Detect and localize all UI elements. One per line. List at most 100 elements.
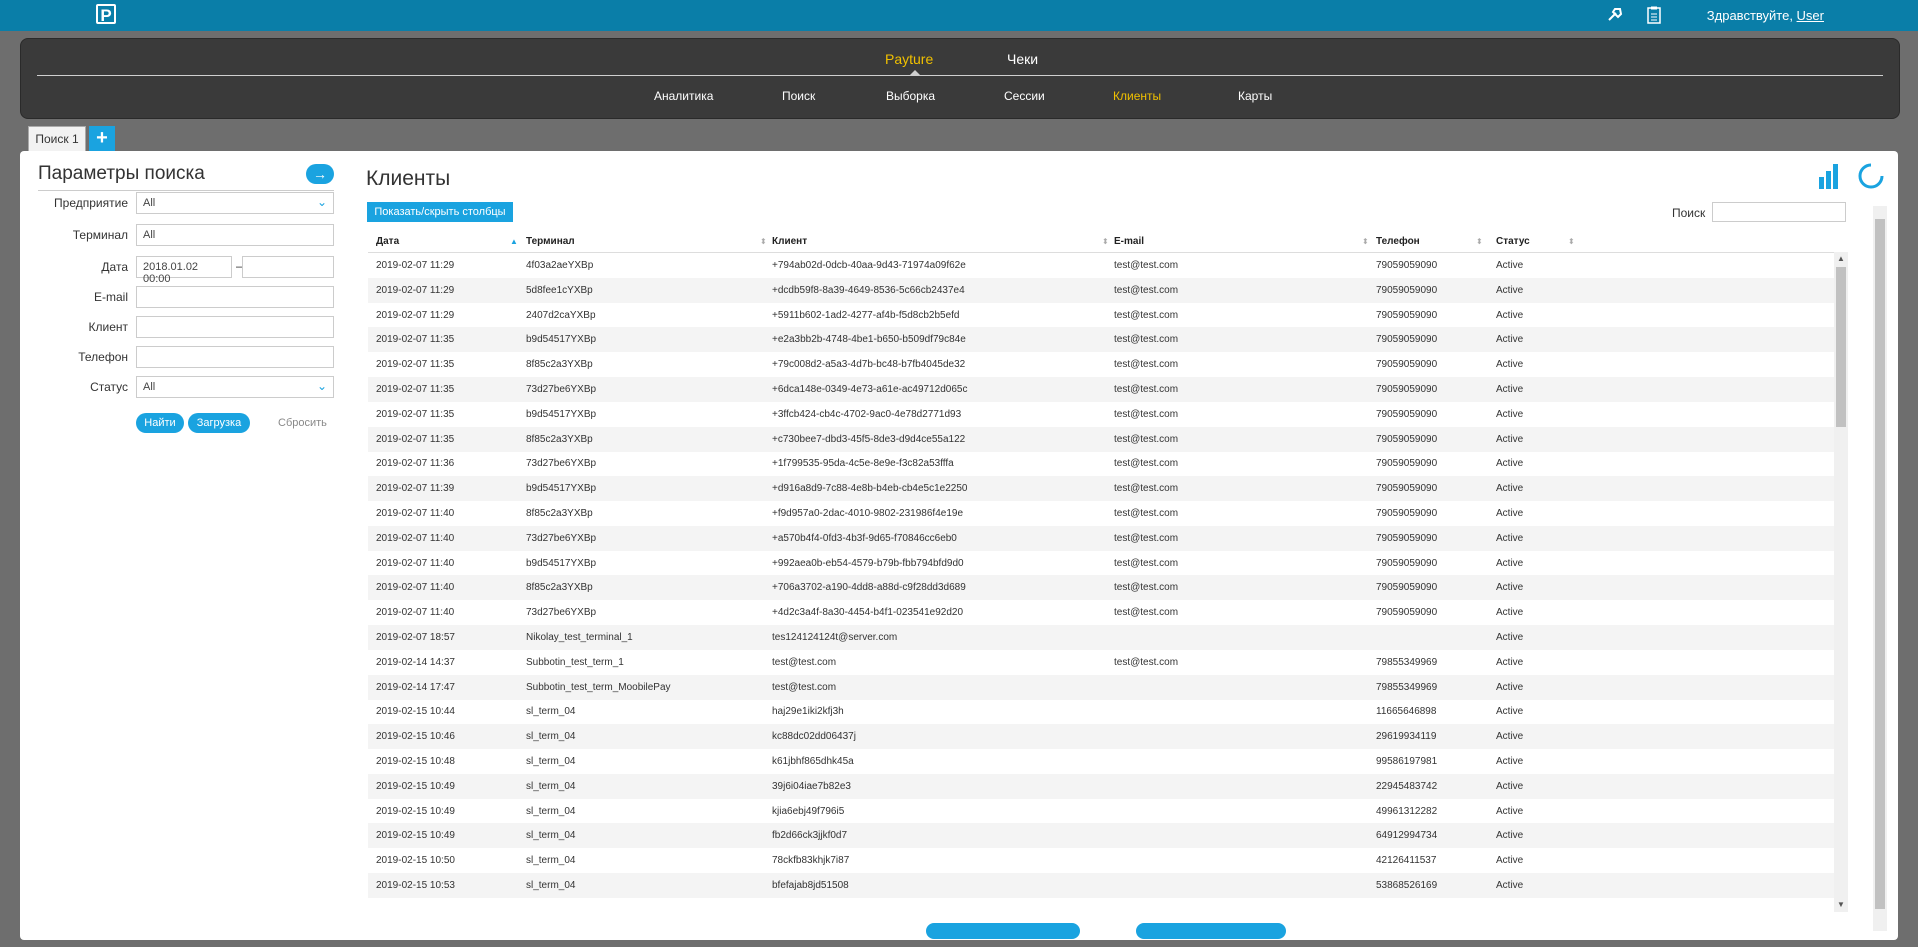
clipboard-icon[interactable] bbox=[1646, 6, 1662, 29]
sort-icon[interactable]: ⬍ bbox=[760, 237, 767, 246]
col-client[interactable]: Клиент bbox=[772, 236, 807, 247]
table-row[interactable]: 2019-02-15 10:44 sl_term_04 haj29e1iki2kfj… bbox=[368, 699, 1834, 724]
col-phone[interactable]: Телефон bbox=[1376, 236, 1420, 247]
col-status[interactable]: Статус bbox=[1496, 236, 1530, 247]
nav-top-receipts[interactable]: Чеки bbox=[1007, 51, 1038, 67]
cell-terminal: sl_term_04 bbox=[526, 830, 576, 842]
cell-client: +6dca148e-0349-4e73-a61e-ac49712d065c bbox=[772, 384, 968, 395]
pager-button-prev[interactable] bbox=[926, 923, 1080, 939]
panel-scrollbar[interactable] bbox=[1873, 206, 1887, 931]
main-panel: Параметры поиска → Предприятие All ⌄ Тер… bbox=[20, 151, 1898, 940]
cell-terminal: 8f85c2a3YXBp bbox=[526, 508, 593, 519]
refresh-icon[interactable] bbox=[1858, 163, 1884, 189]
nav-selection[interactable]: Выборка bbox=[886, 89, 935, 103]
table-row[interactable]: 2019-02-07 18:57 Nikolay_test_terminal_1 t… bbox=[368, 625, 1834, 650]
tab-search-1[interactable]: Поиск 1 bbox=[28, 126, 86, 151]
nav-cards[interactable]: Карты bbox=[1238, 89, 1272, 103]
cell-phone: 79059059090 bbox=[1376, 458, 1438, 470]
app-logo[interactable]: P bbox=[96, 4, 116, 25]
top-bar: P Здравствуйте, User bbox=[0, 0, 1918, 31]
table-row[interactable]: 2019-02-15 10:50 sl_term_04 78ckfb83khjk7i… bbox=[368, 848, 1834, 873]
table-row[interactable]: 2019-02-07 11:40 b9d54517YXBp +992aea0b-eb… bbox=[368, 551, 1834, 576]
sort-icon[interactable]: ⬍ bbox=[1568, 237, 1575, 246]
col-email[interactable]: E-mail bbox=[1114, 236, 1144, 247]
cell-client: +992aea0b-eb54-4579-b79b-fbb794bfd9d0 bbox=[772, 557, 964, 569]
table-row[interactable]: 2019-02-07 11:35 b9d54517YXBp +e2a3bb2b-47… bbox=[368, 327, 1834, 353]
cell-date: 2019-02-07 11:36 bbox=[376, 458, 455, 470]
cell-client: test@test.com bbox=[772, 681, 837, 693]
cell-status: Active bbox=[1496, 433, 1524, 445]
toggle-columns-button[interactable]: Показать/скрыть столбцы bbox=[367, 202, 513, 222]
table-scroll-thumb[interactable] bbox=[1836, 267, 1846, 427]
email-field[interactable] bbox=[136, 286, 334, 308]
table-row[interactable]: 2019-02-15 10:49 sl_term_04 39j6i04iae7b82… bbox=[368, 773, 1834, 799]
table-row[interactable]: 2019-02-07 11:40 8f85c2a3YXBp +706a3702-a1… bbox=[368, 575, 1834, 601]
table-row[interactable]: 2019-02-07 11:29 2407d2caYXBp +5911b602-1a… bbox=[368, 303, 1834, 328]
user-link[interactable]: User bbox=[1797, 8, 1824, 23]
pager-button-next[interactable] bbox=[1136, 923, 1286, 939]
table-row[interactable]: 2019-02-07 11:40 8f85c2a3YXBp +f9d957a0-2d… bbox=[368, 501, 1834, 526]
date-to-field[interactable] bbox=[242, 256, 334, 278]
table-search-input[interactable] bbox=[1712, 202, 1846, 222]
nav-search[interactable]: Поиск bbox=[782, 89, 815, 103]
table-row[interactable]: 2019-02-07 11:40 73d27be6YXBp +4d2c3a4f-8a… bbox=[368, 600, 1834, 625]
nav-analytics[interactable]: Аналитика bbox=[654, 89, 713, 103]
sort-icon[interactable]: ⬍ bbox=[1102, 237, 1109, 246]
cell-email: test@test.com bbox=[1114, 557, 1179, 569]
table-scrollbar[interactable]: ▲ ▼ bbox=[1834, 252, 1848, 912]
tools-icon[interactable] bbox=[1606, 6, 1624, 29]
cell-email: test@test.com bbox=[1114, 433, 1179, 445]
col-date[interactable]: Дата bbox=[376, 236, 399, 247]
cell-date: 2019-02-07 11:29 bbox=[376, 309, 455, 321]
panel-scroll-thumb[interactable] bbox=[1875, 219, 1885, 909]
sort-icon[interactable]: ⬍ bbox=[1476, 237, 1483, 246]
cell-status: Active bbox=[1496, 731, 1524, 743]
cell-status: Active bbox=[1496, 830, 1524, 842]
cell-phone: 79059059090 bbox=[1376, 359, 1438, 371]
nav-clients[interactable]: Клиенты bbox=[1113, 89, 1161, 103]
table-row[interactable]: 2019-02-07 11:35 8f85c2a3YXBp +79c008d2-a5… bbox=[368, 352, 1834, 377]
nav-sessions[interactable]: Сессии bbox=[1004, 89, 1045, 103]
add-tab-button[interactable]: + bbox=[89, 126, 115, 151]
cell-email: test@test.com bbox=[1114, 284, 1179, 296]
cell-terminal: b9d54517YXBp bbox=[526, 483, 597, 495]
cell-client: +4d2c3a4f-8a30-4454-b4f1-023541e92d20 bbox=[772, 607, 964, 619]
table-row[interactable]: 2019-02-07 11:36 73d27be6YXBp +1f799535-95… bbox=[368, 451, 1834, 476]
terminal-field[interactable]: All bbox=[136, 224, 334, 246]
date-from-field[interactable]: 2018.01.02 00:00 bbox=[136, 256, 232, 285]
client-field[interactable] bbox=[136, 316, 334, 338]
enterprise-select[interactable]: All ⌄ bbox=[136, 192, 334, 214]
load-button[interactable]: Загрузка bbox=[188, 413, 250, 433]
scroll-up-icon[interactable]: ▲ bbox=[1837, 254, 1845, 263]
cell-status: Active bbox=[1496, 384, 1524, 395]
cell-status: Active bbox=[1496, 334, 1524, 346]
bar-chart-icon[interactable] bbox=[1817, 163, 1843, 189]
cell-date: 2019-02-07 11:35 bbox=[376, 359, 455, 371]
table-row[interactable]: 2019-02-15 10:48 sl_term_04 k61jbhf865dhk4… bbox=[368, 749, 1834, 774]
table-row[interactable]: 2019-02-07 11:40 73d27be6YXBp +a570b4f4-0f… bbox=[368, 525, 1834, 551]
find-button[interactable]: Найти bbox=[136, 413, 184, 433]
cell-client: +e2a3bb2b-4748-4be1-b650-b509df79c84e bbox=[772, 334, 966, 346]
table-row[interactable]: 2019-02-15 10:49 sl_term_04 kjia6ebj49f796… bbox=[368, 799, 1834, 824]
table-row[interactable]: 2019-02-07 11:39 b9d54517YXBp +d916a8d9-7c… bbox=[368, 476, 1834, 502]
sort-icon[interactable]: ⬍ bbox=[1362, 237, 1369, 246]
table-row[interactable]: 2019-02-14 17:47 Subbotin_test_term_Moobi… bbox=[368, 674, 1834, 700]
cell-phone: 79059059090 bbox=[1376, 284, 1438, 296]
col-terminal[interactable]: Терминал bbox=[526, 236, 575, 247]
sort-asc-icon[interactable]: ▲ bbox=[510, 237, 518, 246]
table-row[interactable]: 2019-02-15 10:46 sl_term_04 kc88dc02dd0643… bbox=[368, 724, 1834, 750]
table-row[interactable]: 2019-02-07 11:29 4f03a2aeYXBp +794ab02d-0d… bbox=[368, 253, 1834, 278]
table-row[interactable]: 2019-02-15 10:53 sl_term_04 bfefajab8jd515… bbox=[368, 873, 1834, 898]
nav-top-payture[interactable]: Payture bbox=[885, 51, 933, 67]
scroll-down-icon[interactable]: ▼ bbox=[1837, 900, 1845, 909]
table-row[interactable]: 2019-02-07 11:35 73d27be6YXBp +6dca148e-03… bbox=[368, 377, 1834, 402]
table-row[interactable]: 2019-02-14 14:37 Subbotin_test_term_1 test… bbox=[368, 650, 1834, 675]
phone-field[interactable] bbox=[136, 346, 334, 368]
status-select[interactable]: All ⌄ bbox=[136, 376, 334, 398]
table-row[interactable]: 2019-02-07 11:35 b9d54517YXBp +3ffcb424-cb… bbox=[368, 402, 1834, 427]
reset-link[interactable]: Сбросить bbox=[278, 417, 327, 429]
collapse-panel-button[interactable]: → bbox=[306, 164, 334, 184]
table-row[interactable]: 2019-02-07 11:35 8f85c2a3YXBp +c730bee7-db… bbox=[368, 426, 1834, 452]
table-row[interactable]: 2019-02-15 10:49 sl_term_04 fb2d66ck3jjkf0… bbox=[368, 823, 1834, 849]
table-row[interactable]: 2019-02-07 11:29 5d8fee1cYXBp +dcdb59f8-8a… bbox=[368, 277, 1834, 303]
